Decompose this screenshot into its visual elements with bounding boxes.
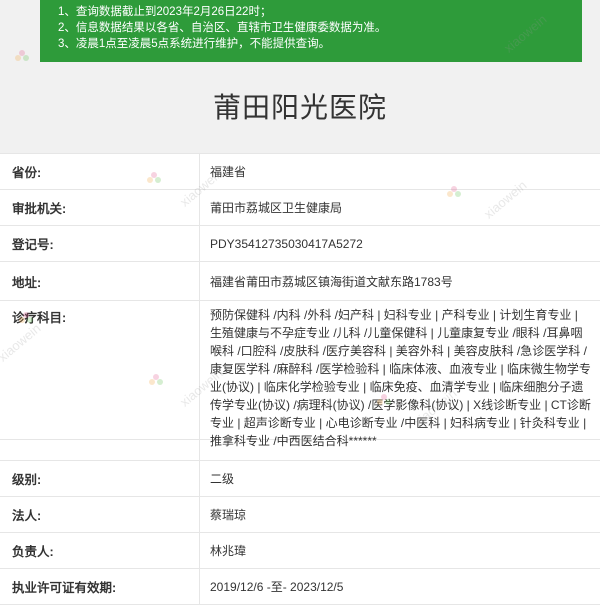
row-license-period: 执业许可证有效期: 2019/12/6 -至- 2023/12/5 [0,569,600,605]
reg-no-label: 登记号: [0,226,200,261]
row-legal-person: 法人: 蔡瑞琼 [0,497,600,533]
notice-line-3: 3、凌晨1点至凌晨5点系统进行维护，不能提供查询。 [58,38,331,50]
spacer-label [0,440,200,460]
row-level: 级别: 二级 [0,461,600,497]
address-value: 福建省莆田市荔城区镇海街道文献东路1783号 [210,274,453,289]
level-value: 二级 [210,472,235,486]
row-principal: 负责人: 林兆瑋 [0,533,600,569]
projects-label: 诊疗科目: [0,301,200,439]
legal-person-label: 法人: [0,497,200,532]
row-spacer [0,440,600,461]
address-label: 地址: [0,262,200,300]
principal-label: 负责人: [0,533,200,568]
page-title: 莆田阳光医院 [212,92,387,123]
notice-line-1: 1、查询数据截止到2023年2月26日22时； [58,6,272,18]
watermark-logo-icon [15,50,29,61]
notice-banner: 1、查询数据截止到2023年2月26日22时； 2、信息数据结果以各省、自治区、… [40,0,582,62]
hospital-info-table: 省份: 福建省 审批机关: 莆田市荔城区卫生健康局 登记号: PDY354127… [0,153,600,605]
row-address: 地址: 福建省莆田市荔城区镇海街道文献东路1783号 [0,262,600,301]
row-reg-no: 登记号: PDY35412735030417A5272 [0,226,600,262]
legal-person-value: 蔡瑞琼 [210,508,247,522]
license-period-value: 2019/12/6 -至- 2023/12/5 [210,580,344,594]
principal-value: 林兆瑋 [210,544,247,558]
level-label: 级别: [0,461,200,496]
spacer-value [200,440,600,460]
license-period-label: 执业许可证有效期: [0,569,200,604]
notice-line-2: 2、信息数据结果以各省、自治区、直辖市卫生健康委数据为准。 [58,22,387,34]
row-projects: 诊疗科目: 预防保健科 /内科 /外科 /妇产科 | 妇科专业 | 产科专业 |… [0,301,600,448]
projects-value: 预防保健科 /内科 /外科 /妇产科 | 妇科专业 | 产科专业 | 计划生育专… [210,308,591,448]
authority-label: 审批机关: [0,190,200,225]
row-province: 省份: 福建省 [0,154,600,190]
row-authority: 审批机关: 莆田市荔城区卫生健康局 [0,190,600,226]
authority-value: 莆田市荔城区卫生健康局 [210,201,343,215]
province-value: 福建省 [210,165,247,179]
reg-no-value: PDY35412735030417A5272 [210,236,363,251]
province-label: 省份: [0,154,200,189]
